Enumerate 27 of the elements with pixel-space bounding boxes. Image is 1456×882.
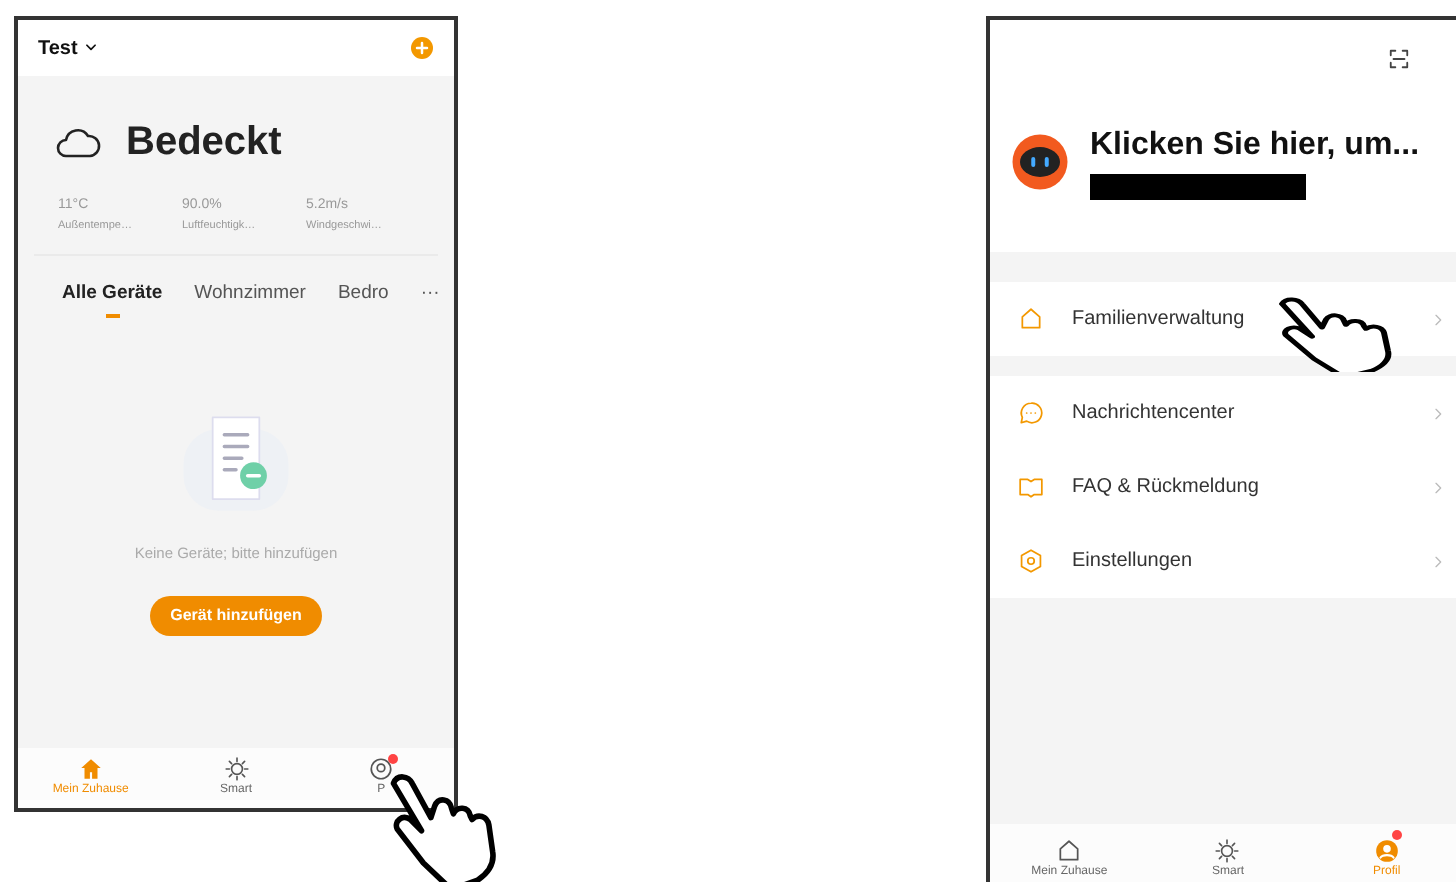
room-tab[interactable]: Alle Geräte <box>62 279 163 326</box>
room-tab[interactable]: Bedro <box>337 279 389 316</box>
home-icon <box>77 756 104 782</box>
weather-condition: Bedeckt <box>126 118 282 168</box>
chevron-right-icon <box>1430 553 1446 569</box>
menu-item[interactable]: Nachrichtencenter <box>990 376 1456 450</box>
home-selector[interactable]: Test <box>38 33 98 63</box>
profile-icon <box>1373 838 1400 864</box>
settings-icon <box>1018 548 1044 574</box>
sun-icon <box>223 756 249 782</box>
chevron-down-icon <box>83 40 98 55</box>
book-icon <box>1018 474 1044 500</box>
profile-icon <box>368 756 395 782</box>
home-icon <box>1018 306 1044 332</box>
chevron-right-icon <box>1430 479 1446 495</box>
profile-login-link[interactable]: Klicken Sie hier, um... <box>1090 122 1420 170</box>
menu-item[interactable]: Einstellungen <box>990 524 1456 598</box>
chevron-right-icon <box>1430 311 1446 327</box>
sun-icon <box>1214 838 1241 864</box>
chat-bubble-icon <box>1018 400 1044 426</box>
more-button[interactable]: ··· <box>420 279 440 316</box>
scan-icon[interactable] <box>1388 48 1410 70</box>
room-tab[interactable]: Wohnzimmer <box>194 279 306 316</box>
menu-item[interactable]: FAQ & Rückmeldung <box>990 450 1456 524</box>
robot-avatar-icon <box>1010 131 1070 191</box>
home-icon <box>1056 838 1083 864</box>
chevron-right-icon <box>1430 405 1446 421</box>
